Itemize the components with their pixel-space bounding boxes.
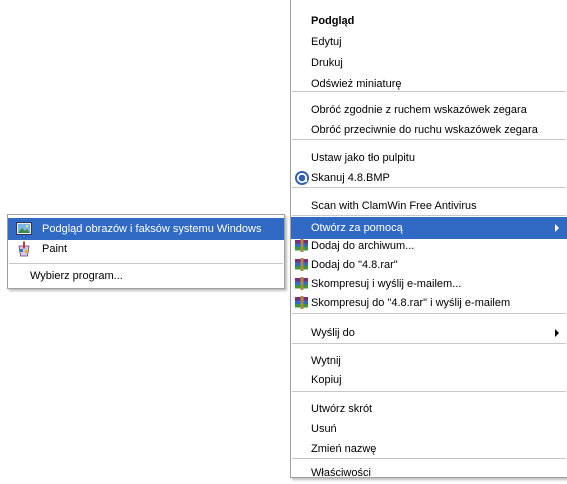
winrar-icon	[294, 238, 310, 254]
menu-separator	[292, 139, 566, 140]
winrar-icon	[294, 295, 310, 311]
menu-item-rotate-counterclockwise[interactable]: Obróć przeciwnie do ruchu wskazówek zega…	[291, 119, 567, 141]
menu-item-clamwin-scan[interactable]: Scan with ClamWin Free Antivirus	[291, 195, 567, 217]
menu-item-scan-file[interactable]: Skanuj 4.8.BMP	[291, 167, 567, 189]
menu-item-properties[interactable]: Właściwości	[291, 462, 567, 484]
antivirus-scan-icon	[294, 170, 310, 186]
submenu-item-paint[interactable]: Paint	[8, 239, 284, 259]
menu-item-delete[interactable]: Usuń	[291, 418, 567, 440]
context-menu: Podgląd Edytuj Drukuj Odśwież miniaturę …	[290, 0, 567, 479]
menu-item-compress-rar-and-email[interactable]: Skompresuj do "4.8.rar" i wyślij e-maile…	[291, 292, 567, 314]
menu-separator	[292, 215, 566, 216]
submenu-item-choose-program[interactable]: Wybierz program...	[8, 266, 284, 286]
menu-item-print[interactable]: Drukuj	[291, 52, 567, 74]
menu-separator	[292, 313, 566, 314]
submenu-arrow-icon	[555, 224, 559, 232]
menu-item-rename[interactable]: Zmień nazwę	[291, 438, 567, 460]
menu-item-create-shortcut[interactable]: Utwórz skrót	[291, 398, 567, 420]
paint-icon	[16, 241, 32, 257]
submenu-arrow-icon	[555, 329, 559, 337]
menu-item-preview[interactable]: Podgląd	[291, 10, 567, 32]
winrar-icon	[294, 276, 310, 292]
menu-separator	[9, 263, 283, 264]
menu-item-edit[interactable]: Edytuj	[291, 31, 567, 53]
menu-separator	[292, 91, 566, 92]
menu-separator	[292, 187, 566, 188]
menu-item-set-wallpaper[interactable]: Ustaw jako tło pulpitu	[291, 147, 567, 169]
image-viewer-icon	[16, 221, 32, 237]
winrar-icon	[294, 257, 310, 273]
submenu-item-windows-image-viewer[interactable]: Podgląd obrazów i faksów systemu Windows	[8, 218, 284, 240]
open-with-submenu: Podgląd obrazów i faksów systemu Windows…	[7, 214, 285, 289]
menu-separator	[292, 343, 566, 344]
menu-item-send-to[interactable]: Wyślij do	[291, 322, 567, 344]
menu-separator	[292, 458, 566, 459]
menu-item-rotate-clockwise[interactable]: Obróć zgodnie z ruchem wskazówek zegara	[291, 99, 567, 121]
menu-separator	[292, 391, 566, 392]
menu-item-copy[interactable]: Kopiuj	[291, 369, 567, 391]
